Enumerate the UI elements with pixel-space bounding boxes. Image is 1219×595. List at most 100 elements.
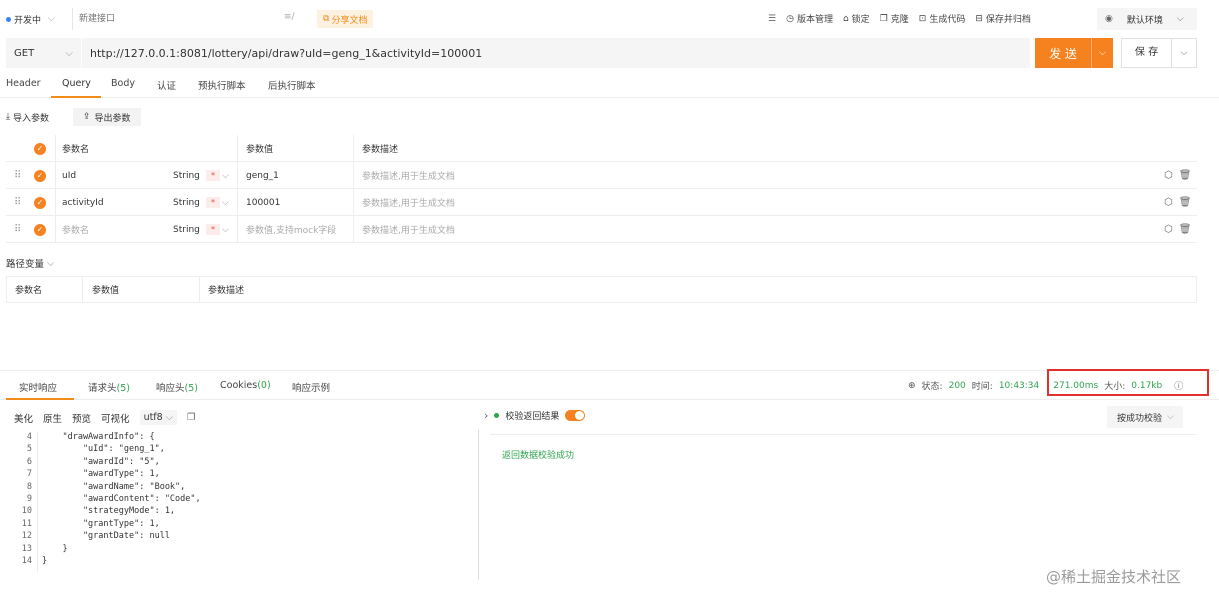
validation-divider [490, 434, 1197, 435]
code-line: 10 "strategyMode": 1, [14, 506, 175, 518]
tab-query[interactable]: Query [62, 78, 91, 89]
chevron-right-icon[interactable]: › [484, 409, 488, 422]
top-bar: 开发中 ⌵ ≡∕ ⧉ 分享文档 ☰ ◷版本管理 ⌂锁定 ❐克隆 ⊡生成代码 ⊟保… [0, 0, 1219, 38]
preview-button[interactable]: 预览 [72, 411, 91, 425]
param-type[interactable]: String [173, 216, 200, 243]
cube-icon[interactable]: ⬡ [1164, 197, 1173, 208]
save-button[interactable]: 保 存 ⌵ [1121, 38, 1197, 68]
required-marker[interactable]: * [206, 224, 220, 235]
method-label: GET [14, 47, 35, 59]
path-vars-toggle[interactable]: 路径变量 ⌵ [6, 256, 54, 271]
method-select[interactable]: GET ⌵ [6, 38, 82, 68]
row-checkbox[interactable]: ✓ [34, 223, 46, 236]
code-text: "grantType": 1, [42, 518, 160, 529]
chevron-down-icon[interactable]: ⌵ [222, 171, 229, 181]
chevron-down-icon[interactable]: ⌵ [1092, 48, 1113, 58]
param-value[interactable]: geng_1 [246, 162, 279, 189]
param-name[interactable]: activityId [62, 189, 104, 216]
status-select[interactable]: 开发中 ⌵ [6, 10, 70, 28]
tab-auth[interactable]: 认证 [157, 78, 176, 92]
lock-button[interactable]: ⌂ 锁定 [842, 12, 870, 26]
code-line: 13 } [14, 544, 68, 556]
param-name[interactable]: 参数名 [62, 216, 89, 243]
environment-select[interactable]: ◉ 默认环境 ⌵ [1097, 8, 1197, 30]
tab-response-headers[interactable]: 响应头(5) [156, 380, 198, 394]
code-line: 14} [14, 556, 47, 568]
chevron-down-icon: ⌵ [1167, 412, 1174, 422]
param-type[interactable]: String [173, 162, 200, 189]
generate-code-button[interactable]: ⊡ 生成代码 [918, 12, 966, 26]
tab-request-headers-count: (5) [116, 383, 130, 394]
select-all-checkbox[interactable]: ✓ [34, 142, 46, 155]
api-name-input[interactable] [72, 8, 302, 30]
row-checkbox[interactable]: ✓ [34, 196, 46, 209]
share-doc-button[interactable]: ⧉ 分享文档 [317, 10, 374, 28]
cube-icon[interactable]: ⬡ [1164, 170, 1173, 181]
download-icon: ⤓ [6, 112, 10, 122]
tab-pre-script[interactable]: 预执行脚本 [198, 78, 246, 92]
validation-header: › 校验返回结果 [484, 409, 586, 422]
drag-handle-icon[interactable]: ⠿ [14, 170, 21, 181]
validation-toggle[interactable] [565, 410, 586, 421]
param-type[interactable]: String [173, 189, 200, 216]
raw-button[interactable]: 原生 [43, 411, 62, 425]
chevron-down-icon[interactable]: ⌵ [222, 225, 229, 235]
import-params-button[interactable]: ⤓ 导入参数 [6, 108, 49, 126]
url-bar: GET ⌵ http://127.0.0.1:8081/lottery/api/… [6, 38, 1030, 68]
tab-post-script[interactable]: 后执行脚本 [268, 78, 316, 92]
generate-code-label: 生成代码 [929, 15, 966, 25]
code-icon: ⊡ [918, 13, 927, 24]
chevron-down-icon[interactable]: ⌵ [222, 198, 229, 208]
response-body[interactable]: 4 "drawAwardInfo": {5 "uId": "geng_1", 6 … [14, 432, 480, 582]
param-value[interactable]: 100001 [246, 189, 280, 216]
encoding-select[interactable]: utf8 ⌵ [139, 410, 177, 425]
trash-icon[interactable]: 🗑 [1179, 170, 1192, 181]
drag-handle-icon[interactable]: ⠿ [14, 197, 21, 208]
list-icon[interactable]: ☰ [768, 14, 776, 24]
lock-icon: ⌂ [842, 13, 849, 24]
response-time: 10:43:34 [998, 380, 1040, 391]
tab-request-headers[interactable]: 请求头(5) [88, 380, 130, 394]
param-value[interactable]: 参数值,支持mock字段 [246, 216, 336, 243]
beautify-button[interactable]: 美化 [14, 411, 33, 425]
drag-handle-icon[interactable]: ⠿ [14, 224, 21, 235]
visualize-button[interactable]: 可视化 [101, 411, 130, 425]
trash-icon[interactable]: 🗑 [1179, 224, 1192, 235]
send-button[interactable]: 发 送 ⌵ [1035, 38, 1113, 68]
trash-icon[interactable]: 🗑 [1179, 197, 1192, 208]
url-input[interactable]: http://127.0.0.1:8081/lottery/api/draw?u… [82, 47, 482, 60]
tab-response-example[interactable]: 响应示例 [292, 380, 330, 394]
export-params-button[interactable]: ⇪ 导出参数 [73, 108, 141, 126]
param-name[interactable]: uId [62, 162, 76, 189]
code-text: "awardType": 1, [42, 469, 160, 480]
save-archive-button[interactable]: ⊟ 保存并归档 [975, 12, 1031, 26]
clone-button[interactable]: ❐ 克隆 [880, 12, 909, 26]
tab-cookies-count: (0) [257, 380, 271, 391]
code-line: 4 "drawAwardInfo": { [14, 432, 155, 444]
param-desc[interactable]: 参数描述,用于生成文档 [362, 189, 455, 216]
tab-cookies-label: Cookies [220, 380, 258, 391]
save-archive-label: 保存并归档 [985, 15, 1031, 25]
tab-cookies[interactable]: Cookies(0) [220, 380, 271, 391]
share-icon: ⧉ [323, 14, 330, 24]
tab-header[interactable]: Header [6, 78, 41, 89]
chevron-down-icon[interactable]: ⌵ [1172, 48, 1196, 58]
row-checkbox[interactable]: ✓ [34, 169, 46, 182]
code-text: } [42, 543, 68, 554]
required-marker[interactable]: * [206, 170, 220, 181]
panel-divider[interactable] [478, 430, 479, 580]
share-doc-label: 分享文档 [331, 15, 368, 26]
validation-mode-select[interactable]: 按成功校验 ⌵ [1107, 406, 1183, 428]
cube-icon[interactable]: ⬡ [1164, 224, 1173, 235]
tab-live-response[interactable]: 实时响应 [19, 380, 57, 394]
tab-body[interactable]: Body [111, 78, 135, 89]
line-number: 14 [21, 556, 32, 566]
param-desc[interactable]: 参数描述,用于生成文档 [362, 216, 455, 243]
copy-icon[interactable]: ❐ [187, 412, 196, 423]
header-param-value: 参数值 [246, 145, 274, 155]
line-number: 8 [26, 481, 32, 492]
required-marker[interactable]: * [206, 197, 220, 208]
format-icon[interactable]: ≡∕ [284, 12, 295, 22]
version-button[interactable]: ◷ 版本管理 [786, 12, 833, 26]
param-desc[interactable]: 参数描述,用于生成文档 [362, 162, 455, 189]
